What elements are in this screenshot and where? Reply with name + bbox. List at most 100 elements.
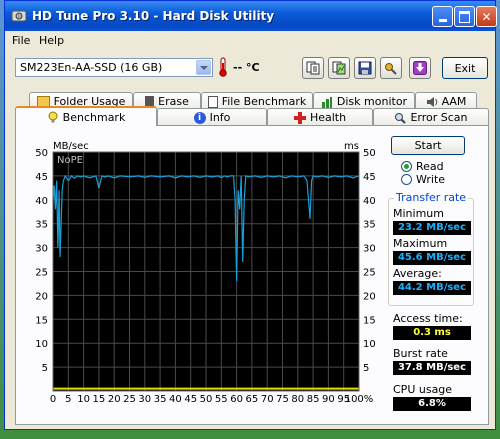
x-tick-label: 65 [246, 394, 259, 405]
x-tick-label: 25 [123, 394, 136, 405]
y-tick-label-right: 40 [363, 196, 376, 207]
magnifier-icon [395, 112, 407, 124]
cpu-usage-value: 6.8% [393, 397, 471, 411]
y-tick-label-right: 30 [363, 244, 376, 255]
right-axis-unit: ms [344, 141, 359, 152]
average-label: Average: [393, 267, 442, 280]
y-tick-label-right: 20 [363, 291, 376, 302]
x-tick-label: 85 [307, 394, 320, 405]
read-radio[interactable]: Read [401, 160, 444, 173]
copy-text-icon [306, 61, 320, 75]
x-tick-label: 100% [345, 394, 374, 405]
y-tick-label-left: 25 [35, 268, 48, 279]
y-tick-label-left: 15 [35, 315, 48, 326]
tab-label: Erase [158, 95, 189, 108]
y-tick-label-right: 10 [363, 339, 376, 350]
window-title: HD Tune Pro 3.10 - Hard Disk Utility [32, 9, 275, 23]
copy-screen-icon [332, 61, 346, 75]
x-tick-label: 0 [50, 394, 56, 405]
copy-screen-button[interactable] [328, 57, 350, 79]
y-tick-label-right: 5 [363, 363, 369, 374]
y-tick-label-left: 10 [35, 339, 48, 350]
transfer-rate-title: Transfer rate [394, 191, 469, 204]
save-button[interactable] [354, 57, 376, 79]
read-radio-label: Read [416, 160, 444, 173]
y-tick-label-right: 50 [363, 148, 376, 159]
y-tick-label-right: 25 [363, 268, 376, 279]
tab-health[interactable]: Health [267, 108, 373, 126]
write-radio[interactable]: Write [401, 173, 445, 186]
close-button[interactable]: ✕ [476, 6, 497, 27]
toolbar: SM223En-AA-SSD (16 GB) -- °C Exit [5, 51, 495, 83]
bar-chart-icon [321, 96, 332, 108]
y-tick-label-right: 35 [363, 220, 376, 231]
desktop-background [0, 430, 500, 439]
tab-error-scan[interactable]: Error Scan [373, 108, 489, 126]
minimum-label: Minimum [393, 207, 444, 220]
tab-label: Health [309, 111, 347, 124]
y-tick-label-left: 20 [35, 291, 48, 302]
tab-info[interactable]: i Info [157, 108, 267, 126]
app-window: HD Tune Pro 3.10 - Hard Disk Utility ✕ F… [4, 0, 497, 430]
y-tick-label-left: 35 [35, 220, 48, 231]
tab-label: File Benchmark [221, 95, 307, 108]
tab-label: Benchmark [62, 110, 126, 124]
temperature-readout: -- °C [233, 61, 260, 74]
x-tick-label: 60 [230, 394, 243, 405]
menu-help[interactable]: Help [39, 34, 64, 47]
start-button-label: Start [414, 139, 442, 152]
x-tick-label: 45 [184, 394, 197, 405]
x-tick-label: 55 [215, 394, 228, 405]
x-tick-label: 10 [77, 394, 90, 405]
maximize-button[interactable] [454, 6, 475, 27]
chevron-down-icon[interactable] [196, 60, 211, 75]
x-tick-label: 35 [154, 394, 167, 405]
health-cross-icon [293, 111, 306, 124]
start-button[interactable]: Start [391, 136, 465, 155]
y-tick-label-left: 40 [35, 196, 48, 207]
x-tick-label: 15 [93, 394, 106, 405]
burst-rate-value: 37.8 MB/sec [393, 361, 471, 375]
lightbulb-icon [48, 111, 58, 123]
options-icon [385, 63, 397, 75]
tab-label: Info [209, 111, 231, 124]
average-value: 44.2 MB/sec [393, 281, 471, 295]
access-time-value: 0.3 ms [393, 326, 471, 340]
thermometer-icon [219, 57, 227, 77]
tab-label: Error Scan [410, 111, 468, 124]
drive-select[interactable]: SM223En-AA-SSD (16 GB) [15, 58, 213, 77]
x-tick-label: 40 [169, 394, 182, 405]
tab-benchmark[interactable]: Benchmark [15, 106, 157, 126]
title-bar[interactable]: HD Tune Pro 3.10 - Hard Disk Utility ✕ [5, 1, 497, 31]
exit-button[interactable]: Exit [442, 57, 488, 79]
info-icon: i [193, 111, 206, 124]
tab-label: AAM [441, 95, 467, 108]
minimize-button[interactable] [432, 6, 453, 27]
options-button[interactable] [380, 57, 402, 79]
benchmark-graph: 0 5 10 15 20 25 30 35 40 45 50 55 60 65 70 75 80 85 90 9510… [35, 141, 376, 405]
minimum-value: 23.2 MB/sec [393, 221, 471, 235]
x-tick-label: 20 [108, 394, 121, 405]
file-icon [207, 95, 218, 108]
x-tick-label: 50 [200, 394, 213, 405]
app-icon [11, 10, 27, 22]
y-tick-label-left: 45 [35, 172, 48, 183]
y-tick-label-left: 50 [35, 148, 48, 159]
desktop-background [496, 0, 500, 439]
graph-watermark: NoPE [57, 155, 83, 166]
write-radio-label: Write [416, 173, 446, 186]
download-button[interactable] [409, 57, 431, 79]
radio-selected-icon [401, 161, 412, 172]
y-tick-label-left: 30 [35, 244, 48, 255]
maximum-value: 45.6 MB/sec [393, 251, 471, 265]
close-icon: ✕ [481, 9, 492, 24]
speaker-icon [426, 96, 437, 107]
menu-bar: File Help [5, 31, 495, 49]
minimize-icon [438, 18, 447, 22]
x-tick-label: 5 [65, 394, 71, 405]
maximize-icon [459, 10, 470, 23]
menu-file[interactable]: File [12, 34, 30, 47]
x-tick-label: 80 [291, 394, 304, 405]
left-axis-unit: MB/sec [53, 141, 89, 152]
copy-text-button[interactable] [302, 57, 324, 79]
